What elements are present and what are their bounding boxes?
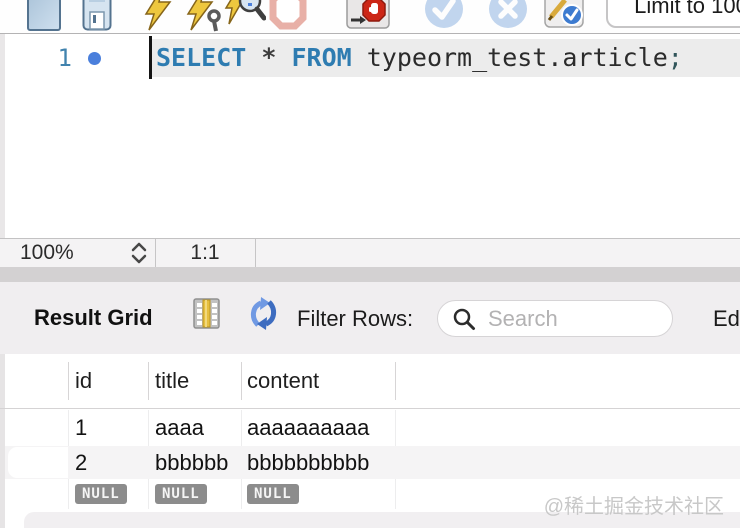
- null-badge: NULL: [75, 484, 127, 504]
- column-divider[interactable]: [68, 362, 69, 400]
- execute-statement-icon[interactable]: [186, 0, 224, 34]
- line-number: 1: [40, 39, 72, 77]
- editor-line-1[interactable]: 1 SELECT * FROM typeorm_test.article;: [0, 39, 740, 77]
- toggle-autocommit-icon[interactable]: [544, 0, 586, 34]
- caret-position-value: 1:1: [155, 239, 255, 267]
- grid-columns-icon[interactable]: [193, 298, 220, 334]
- column-divider[interactable]: [241, 362, 242, 400]
- watermark-text: @稀土掘金技术社区: [544, 490, 724, 519]
- rollback-icon[interactable]: [488, 0, 528, 34]
- sql-keyword-select: SELECT: [156, 43, 246, 72]
- column-divider[interactable]: [148, 362, 149, 400]
- column-header-title[interactable]: title: [155, 368, 189, 394]
- column-header-content[interactable]: content: [247, 368, 319, 394]
- header-bottom-border: [0, 408, 740, 409]
- execute-script-icon[interactable]: [142, 0, 174, 34]
- filter-rows-label: Filter Rows:: [297, 306, 413, 332]
- sql-code-line[interactable]: SELECT * FROM typeorm_test.article;: [152, 39, 740, 77]
- filter-search-box[interactable]: [437, 300, 673, 337]
- statement-marker-dot-icon: [88, 52, 101, 65]
- sql-editor[interactable]: 1 SELECT * FROM typeorm_test.article;: [0, 34, 740, 238]
- query-toolbar: Limit to 100: [0, 0, 740, 34]
- table-row-2[interactable]: 2 bbbbbb bbbbbbbbbb: [5, 446, 740, 479]
- table-row-1[interactable]: 1 aaaa aaaaaaaaaa: [5, 410, 740, 445]
- cell-id[interactable]: 2: [75, 446, 87, 479]
- sql-table-identifier: typeorm_test.article: [352, 43, 668, 72]
- column-header-id[interactable]: id: [75, 368, 92, 394]
- result-grid-toolbar: Result Grid Filter Rows:: [0, 282, 740, 354]
- null-badge: NULL: [155, 484, 207, 504]
- row-gutter-marker[interactable]: [8, 447, 68, 478]
- edit-label-clipped: Ed: [713, 306, 740, 332]
- sql-star-operator: *: [246, 43, 291, 72]
- cell-id[interactable]: 1: [75, 410, 87, 445]
- cell-title[interactable]: bbbbbb: [155, 446, 228, 479]
- stop-query-icon[interactable]: [268, 0, 308, 34]
- refresh-icon[interactable]: [248, 297, 279, 335]
- sql-keyword-from: FROM: [291, 43, 351, 72]
- search-icon: [453, 308, 476, 336]
- result-grid-table: id title content 1 aaaa aaaaaaaaaa 2 bbb…: [0, 354, 740, 528]
- column-divider[interactable]: [395, 362, 396, 400]
- panel-splitter-handle[interactable]: [0, 267, 740, 282]
- null-badge: NULL: [247, 484, 299, 504]
- limit-rows-dropdown[interactable]: Limit to 100: [606, 0, 740, 28]
- cell-content[interactable]: bbbbbbbbbb: [247, 446, 369, 479]
- commit-icon[interactable]: [424, 0, 464, 34]
- zoom-level-value: 100%: [20, 239, 74, 267]
- new-file-icon[interactable]: [26, 0, 62, 34]
- explain-plan-icon[interactable]: [224, 0, 266, 34]
- cell-title[interactable]: aaaa: [155, 410, 204, 445]
- editor-statusbar: 100% 1:1: [0, 238, 740, 268]
- result-grid-title: Result Grid: [34, 305, 153, 331]
- mysql-workbench-query-window: Limit to 100 1 SELECT * FROM typeorm_tes…: [0, 0, 740, 528]
- text-caret: [149, 36, 152, 79]
- stop-on-error-icon[interactable]: [346, 0, 390, 34]
- cell-content[interactable]: aaaaaaaaaa: [247, 410, 369, 445]
- search-input[interactable]: [486, 304, 660, 334]
- save-icon[interactable]: [82, 0, 112, 34]
- statusbar-divider: [255, 239, 256, 267]
- sql-semicolon: ;: [668, 43, 683, 72]
